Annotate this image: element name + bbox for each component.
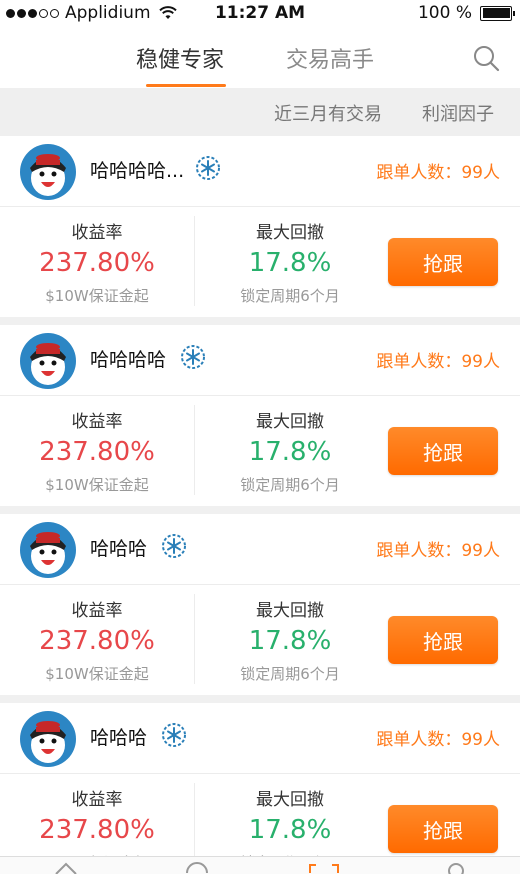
status-bar: Applidium 11:27 AM 100 % [0,0,520,28]
follow-button[interactable]: 抢跟 [388,427,498,475]
return-value: 237.80% [39,248,155,278]
follow-nav-icon[interactable] [306,861,342,874]
snowflake-badge-icon [162,534,186,558]
card-separator [0,695,520,703]
drawdown-label: 最大回撤 [256,790,324,810]
trader-name: 哈哈哈哈... [90,160,185,182]
follow-button[interactable]: 抢跟 [388,238,498,286]
snowflake-badge-icon [196,156,220,180]
tabs-header: 稳健专家 交易高手 [0,28,520,88]
return-label: 收益率 [71,223,123,243]
tab-stable-expert[interactable]: 稳健专家 [136,42,224,74]
trader-card[interactable]: 哈哈哈哈... 跟单人数：99人 收益率 237.80% $10W保证金起 最大… [0,136,520,316]
avatar[interactable] [20,144,76,200]
follower-count: 跟单人数：99人 [376,730,500,750]
drawdown-value: 17.8% [248,248,332,278]
snowflake-badge-icon [162,723,186,747]
trader-name: 哈哈哈哈 [90,349,167,371]
return-value: 237.80% [39,815,155,845]
return-label: 收益率 [71,601,123,621]
avatar[interactable] [20,711,76,767]
filter-bar: 近三月有交易 利润因子 [0,88,520,136]
follow-button[interactable]: 抢跟 [388,805,498,853]
card-separator [0,506,520,514]
trader-name: 哈哈哈 [90,727,148,749]
margin-note: $10W保证金起 [45,287,149,305]
follower-count: 跟单人数：99人 [376,541,500,561]
drawdown-label: 最大回撤 [256,601,324,621]
divider [0,395,520,396]
filter-recent-trade[interactable]: 近三月有交易 [274,100,382,126]
margin-note: $10W保证金起 [45,476,149,494]
battery-icon [480,5,515,21]
return-label: 收益率 [71,790,123,810]
lock-period-note: 锁定周期6个月 [240,476,340,494]
filter-profit-factor[interactable]: 利润因子 [422,100,494,126]
status-right: 100 % [417,3,515,23]
divider [0,584,520,585]
follower-count: 跟单人数：99人 [376,163,500,183]
profile-icon[interactable] [444,861,468,874]
return-label: 收益率 [71,412,123,432]
trader-card[interactable]: 哈哈哈哈 跟单人数：99人 收益率 237.80% $10W保证金起 最大回撤 … [0,325,520,505]
trader-name: 哈哈哈 [90,538,148,560]
divider [0,773,520,774]
home-icon[interactable] [54,861,78,874]
drawdown-value: 17.8% [248,437,332,467]
tab-trading-master[interactable]: 交易高手 [286,42,374,74]
bottom-nav [0,856,520,874]
drawdown-label: 最大回撤 [256,223,324,243]
chart-icon[interactable] [184,861,210,874]
lock-period-note: 锁定周期6个月 [240,665,340,683]
follower-count: 跟单人数：99人 [376,352,500,372]
lock-period-note: 锁定周期6个月 [240,287,340,305]
margin-note: $10W保证金起 [45,665,149,683]
drawdown-value: 17.8% [248,626,332,656]
trader-card[interactable]: 哈哈哈 跟单人数：99人 收益率 237.80% $10W保证金起 最大回撤 1… [0,514,520,694]
snowflake-badge-icon [181,345,205,369]
drawdown-value: 17.8% [248,815,332,845]
avatar[interactable] [20,333,76,389]
follow-button[interactable]: 抢跟 [388,616,498,664]
divider [0,206,520,207]
trader-card[interactable]: 哈哈哈 跟单人数：99人 收益率 237.80% $10W保证金起 最大回撤 1… [0,703,520,874]
active-tab-indicator [146,84,226,87]
return-value: 237.80% [39,437,155,467]
avatar[interactable] [20,522,76,578]
drawdown-label: 最大回撤 [256,412,324,432]
return-value: 237.80% [39,626,155,656]
card-separator [0,317,520,325]
battery-label: 100 % [417,3,472,23]
search-icon[interactable] [472,44,500,72]
